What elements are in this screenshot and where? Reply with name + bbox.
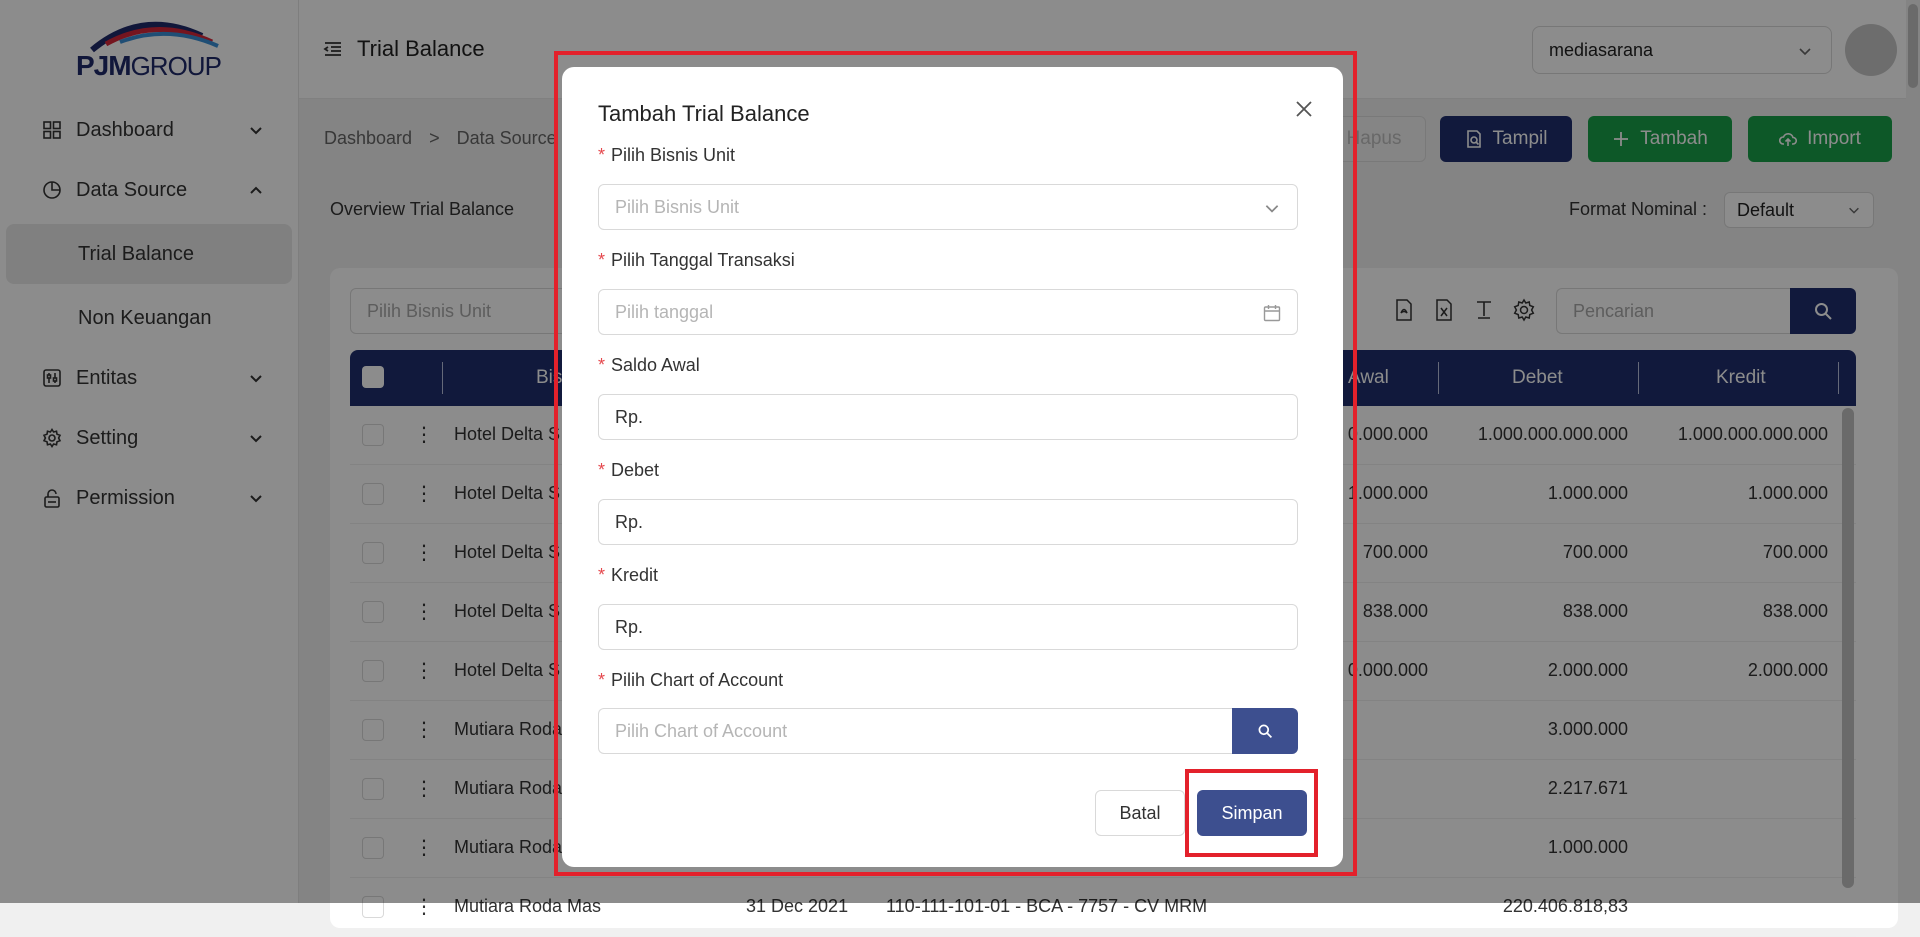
tanggal-picker-placeholder: Pilih tanggal: [615, 301, 714, 322]
kredit-input[interactable]: Rp.: [598, 604, 1298, 650]
coa-label: * Pilih Chart of Account: [598, 670, 783, 691]
close-icon[interactable]: [1292, 97, 1316, 121]
batal-button[interactable]: Batal: [1095, 790, 1185, 836]
modal-title: Tambah Trial Balance: [598, 101, 810, 126]
search-icon: [1258, 724, 1273, 739]
debet-input[interactable]: Rp.: [598, 499, 1298, 545]
coa-input[interactable]: Pilih Chart of Account: [598, 708, 1232, 754]
required-mark: *: [598, 460, 606, 480]
bisnis-unit-select[interactable]: Pilih Bisnis Unit: [598, 184, 1298, 230]
saldo-awal-input[interactable]: Rp.: [598, 394, 1298, 440]
required-mark: *: [598, 145, 606, 165]
tanggal-picker[interactable]: Pilih tanggal: [598, 289, 1298, 335]
required-mark: *: [598, 670, 606, 690]
coa-label-text: Pilih Chart of Account: [611, 670, 784, 690]
tanggal-label: * Pilih Tanggal Transaksi: [598, 250, 795, 271]
tambah-trial-balance-modal: Tambah Trial Balance * Pilih Bisnis Unit …: [562, 67, 1343, 867]
bisnis-unit-label: * Pilih Bisnis Unit: [598, 145, 735, 166]
saldo-awal-label: * Saldo Awal: [598, 355, 700, 376]
debet-label: * Debet: [598, 460, 659, 481]
chevron-down-icon: [1265, 205, 1279, 213]
debet-label-text: Debet: [611, 460, 660, 480]
required-mark: *: [598, 565, 606, 585]
saldo-awal-value: Rp.: [615, 406, 644, 427]
kredit-label: * Kredit: [598, 565, 658, 586]
kredit-value: Rp.: [615, 616, 644, 637]
required-mark: *: [598, 355, 606, 375]
coa-search-button[interactable]: [1232, 708, 1298, 754]
calendar-icon: [1263, 305, 1281, 322]
bisnis-unit-label-text: Pilih Bisnis Unit: [611, 145, 736, 165]
required-mark: *: [598, 250, 606, 270]
highlight-frame-simpan: [1185, 769, 1318, 857]
debet-value: Rp.: [615, 511, 644, 532]
kredit-label-text: Kredit: [611, 565, 659, 585]
bisnis-unit-select-placeholder: Pilih Bisnis Unit: [615, 196, 740, 217]
tanggal-label-text: Pilih Tanggal Transaksi: [611, 250, 795, 270]
saldo-awal-label-text: Saldo Awal: [611, 355, 700, 375]
